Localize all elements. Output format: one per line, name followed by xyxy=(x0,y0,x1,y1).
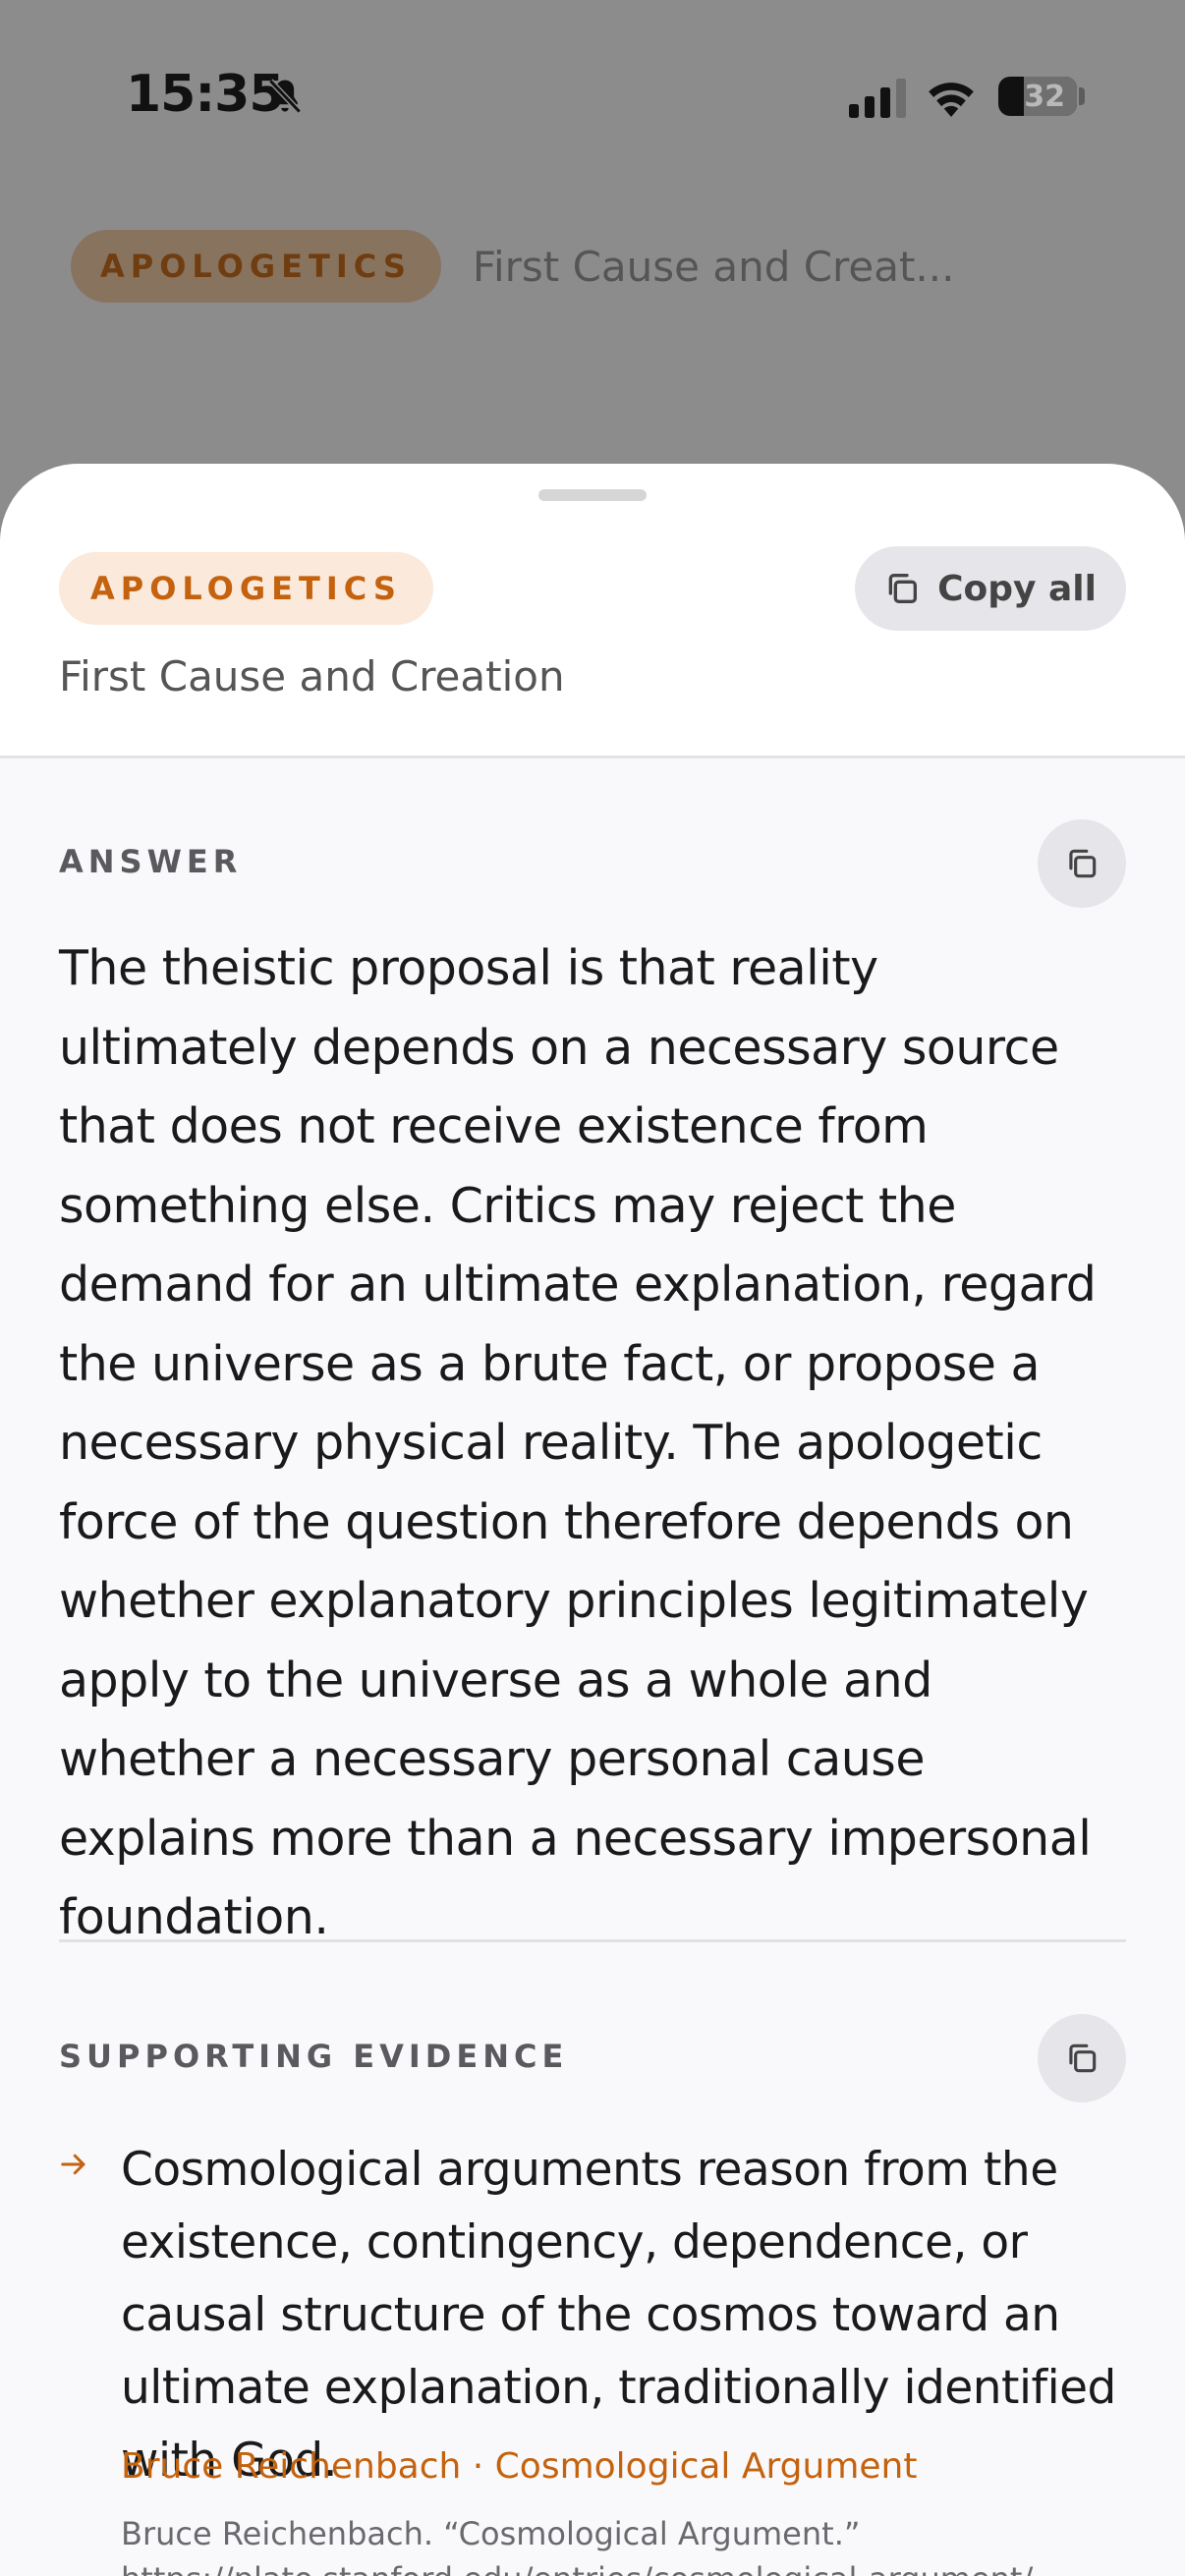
wifi-icon xyxy=(929,83,974,117)
cellular-signal-icon xyxy=(849,79,906,118)
sheet-grabber[interactable] xyxy=(538,489,647,501)
status-time: 15:35 xyxy=(126,65,285,124)
battery-level: 32 xyxy=(1024,79,1065,114)
copy-answer-button[interactable] xyxy=(1038,819,1126,908)
topic-title: First Cause and Creation xyxy=(59,652,565,700)
copy-icon xyxy=(1069,2044,1097,2073)
section-divider xyxy=(59,1939,1126,1942)
sheet-header: APOLOGETICS Copy all First Cause and Cre… xyxy=(0,464,1185,758)
background-category-badge: APOLOGETICS xyxy=(71,230,441,303)
answer-label: ANSWER xyxy=(59,843,243,880)
copy-icon xyxy=(1069,849,1097,878)
copy-all-button[interactable]: Copy all xyxy=(855,546,1126,631)
evidence-citation: Bruce Reichenbach. “Cosmological Argumen… xyxy=(121,2515,1033,2576)
supporting-evidence-label: SUPPORTING EVIDENCE xyxy=(59,2038,569,2075)
answer-text: The theistic proposal is that reality ul… xyxy=(59,940,1097,1945)
evidence-text: Cosmological arguments reason from the e… xyxy=(121,2143,1116,2488)
copy-icon xyxy=(888,574,918,603)
category-badge: APOLOGETICS xyxy=(59,552,433,625)
battery-cap xyxy=(1079,87,1085,105)
battery-icon: 32 xyxy=(998,77,1077,116)
status-bar: 15:35 32 xyxy=(0,0,1185,196)
background-header: APOLOGETICS First Cause and Creat... xyxy=(71,230,955,303)
arrow-right-icon xyxy=(61,2154,85,2175)
copy-all-label: Copy all xyxy=(937,568,1097,609)
evidence-source-link[interactable]: Bruce Reichenbach · Cosmological Argumen… xyxy=(121,2446,917,2487)
detail-sheet: APOLOGETICS Copy all First Cause and Cre… xyxy=(0,464,1185,2576)
bell-slash-icon xyxy=(268,79,302,114)
background-title: First Cause and Creat... xyxy=(472,242,955,291)
copy-evidence-button[interactable] xyxy=(1038,2014,1126,2102)
